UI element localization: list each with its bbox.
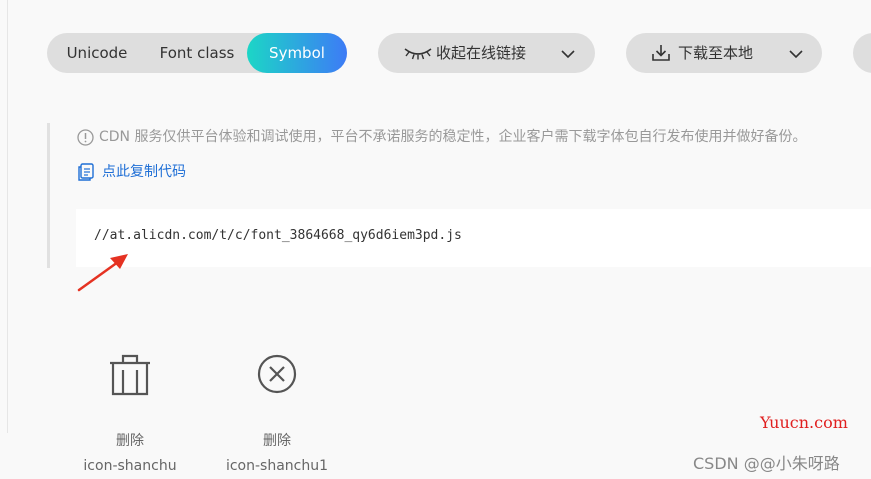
symbol-script-url[interactable]: //at.alicdn.com/t/c/font_3864668_qy6d6ie… <box>94 228 462 243</box>
iconfont-project-page: Unicode Font class Symbol 收起在线链接 下载至本地 C… <box>0 0 871 479</box>
copy-code-label: 点此复制代码 <box>102 164 186 180</box>
download-local-button[interactable]: 下载至本地 <box>626 33 822 73</box>
cdn-notice: CDN 服务仅供平台体验和调试使用，平台不承诺服务的稳定性，企业客户需下载字体包… <box>77 127 867 149</box>
chevron-down-icon <box>788 46 804 65</box>
trash-icon <box>108 352 152 400</box>
mode-switcher: Unicode Font class Symbol <box>47 33 347 73</box>
icon-display-name: 删除 <box>263 433 291 449</box>
info-icon <box>77 129 94 149</box>
close-circle-icon <box>255 352 299 400</box>
icon-card[interactable]: 删除 icon-shanchu1 <box>207 345 347 479</box>
icon-class-name: icon-shanchu1 <box>225 458 329 474</box>
csdn-watermark: CSDN @@小朱呀路 <box>693 454 840 473</box>
red-arrow-annotation <box>77 254 128 292</box>
icon-display-name: 删除 <box>116 433 144 449</box>
tab-font-class[interactable]: Font class <box>147 33 247 73</box>
collapse-online-link-label: 收起在线链接 <box>436 44 527 62</box>
icon-card[interactable]: 删除 icon-shanchu <box>60 345 200 479</box>
tab-symbol[interactable]: Symbol <box>247 33 347 73</box>
code-snippet-box[interactable]: //at.alicdn.com/t/c/font_3864668_qy6d6ie… <box>76 209 871 267</box>
eye-closed-icon <box>403 44 433 66</box>
more-options-button[interactable] <box>853 33 871 73</box>
download-local-label: 下载至本地 <box>678 44 754 62</box>
left-divider <box>7 0 8 433</box>
icon-class-name: icon-shanchu <box>83 458 177 474</box>
site-watermark: Yuucn.com <box>760 413 848 432</box>
copy-icon <box>76 162 96 186</box>
chevron-down-icon <box>560 46 576 65</box>
download-icon <box>651 44 671 66</box>
collapse-online-link-button[interactable]: 收起在线链接 <box>378 33 595 73</box>
cdn-notice-text: CDN 服务仅供平台体验和调试使用，平台不承诺服务的稳定性，企业客户需下载字体包… <box>99 129 807 145</box>
tab-unicode[interactable]: Unicode <box>47 33 147 73</box>
panel-accent-bar <box>47 123 50 268</box>
